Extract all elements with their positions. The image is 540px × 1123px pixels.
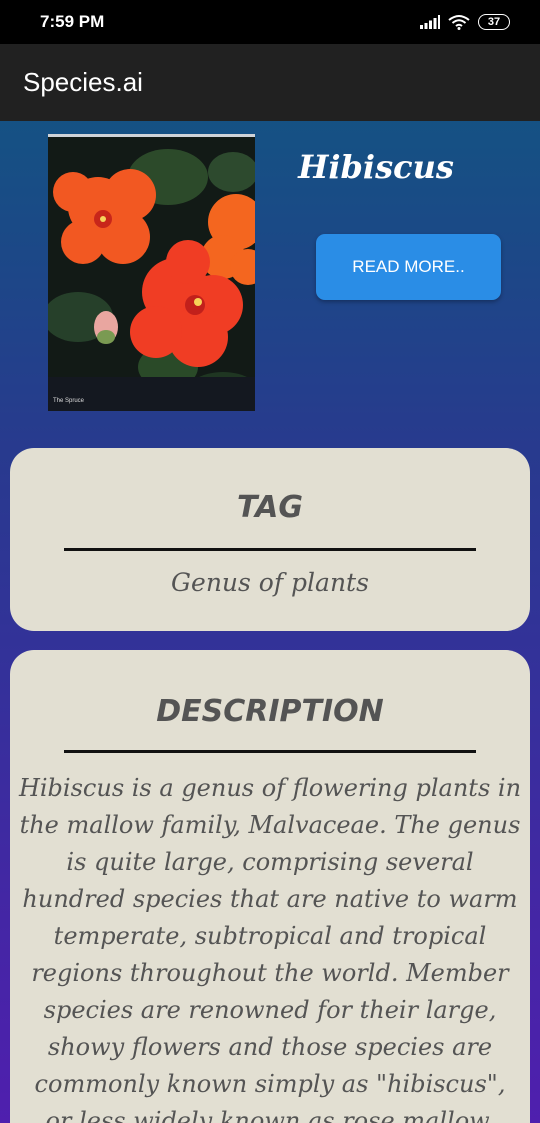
status-bar: 7:59 PM 37 <box>0 0 540 44</box>
tag-card: TAG Genus of plants <box>10 448 530 631</box>
description-heading: DESCRIPTION <box>156 694 384 729</box>
wifi-icon <box>448 15 470 30</box>
status-icons: 37 <box>420 14 510 30</box>
description-divider <box>64 750 476 753</box>
battery-icon: 37 <box>478 14 510 30</box>
image-credit: The Spruce <box>53 398 85 404</box>
signal-icon <box>420 15 440 29</box>
description-text: Hibiscus is a genus of flowering plants … <box>18 774 522 1123</box>
app-bar: Species.ai <box>0 44 540 121</box>
status-time: 7:59 PM <box>40 12 105 31</box>
tag-heading: TAG <box>237 490 303 525</box>
species-name: Hibiscus <box>298 148 454 186</box>
read-more-button[interactable]: READ MORE.. <box>316 234 501 300</box>
species-photo: The Spruce <box>48 134 255 411</box>
app-title: Species.ai <box>23 67 143 97</box>
description-card: DESCRIPTION Hibiscus is a genus of flowe… <box>10 650 530 1123</box>
tag-value: Genus of plants <box>171 568 369 597</box>
hibiscus-image <box>48 137 255 411</box>
tag-divider <box>64 548 476 551</box>
